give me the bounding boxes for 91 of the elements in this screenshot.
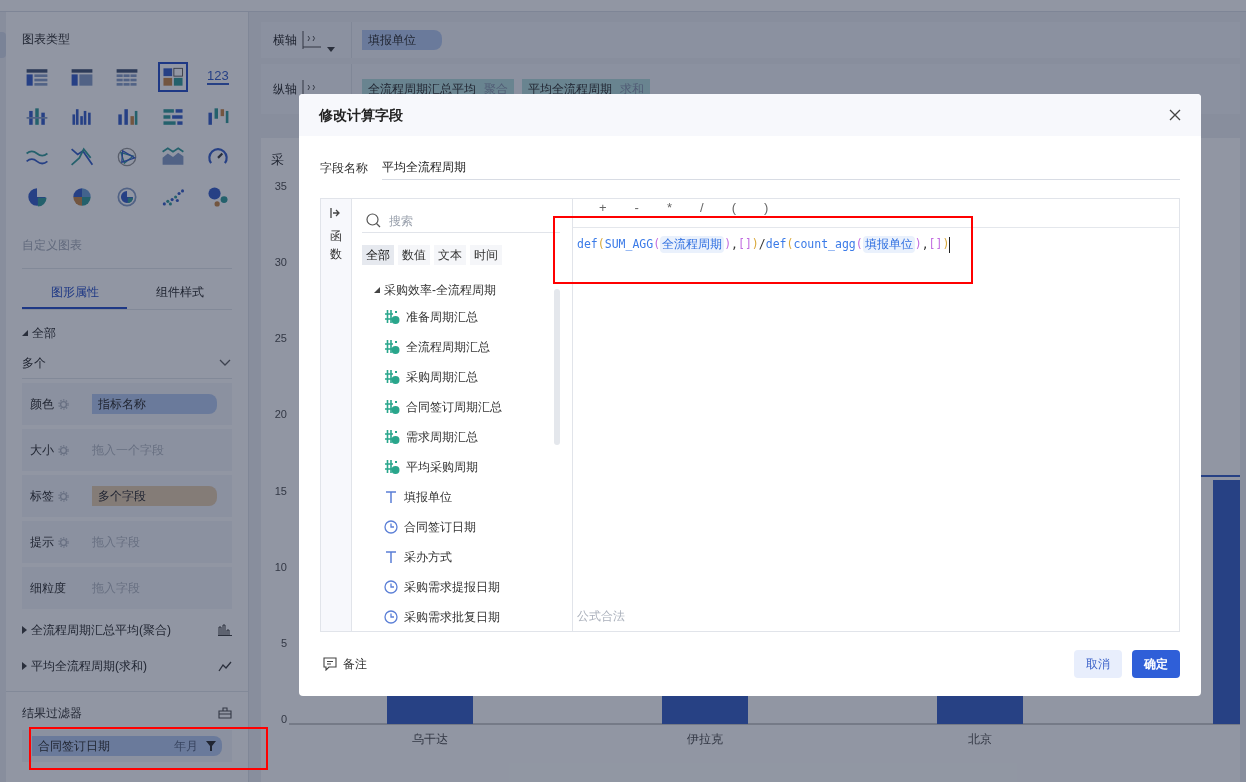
caret-icon[interactable] bbox=[374, 287, 380, 293]
toolbox-icon[interactable] bbox=[218, 707, 232, 719]
field-list-item[interactable]: 合同签订日期 bbox=[384, 517, 572, 537]
measure-label[interactable]: 平均全流程周期(求和) bbox=[31, 657, 218, 675]
section-title: 结果过滤器 bbox=[22, 705, 82, 722]
field-chip[interactable]: 多个字段 bbox=[92, 486, 217, 506]
caret-icon[interactable] bbox=[22, 330, 28, 336]
bar-chart-icon[interactable] bbox=[218, 624, 232, 636]
operator-button[interactable]: ( bbox=[729, 201, 738, 215]
field-list-item[interactable]: 采办方式 bbox=[384, 547, 572, 567]
y-axis-tick: 25 bbox=[274, 332, 287, 345]
collapse-arrow-icon[interactable] bbox=[330, 207, 342, 219]
search-field[interactable]: 搜索 bbox=[389, 211, 556, 230]
calculated-number-icon bbox=[384, 459, 400, 475]
y-axis-tick: 35 bbox=[274, 179, 287, 192]
filter-icon[interactable] bbox=[206, 741, 216, 751]
property-drop-zone[interactable]: 颜色 指标名称 bbox=[22, 383, 232, 425]
text-type-icon bbox=[384, 490, 398, 504]
operator-button[interactable]: * bbox=[664, 201, 674, 215]
property-label: 提示 bbox=[30, 534, 54, 551]
group-label: 全部 bbox=[32, 325, 56, 342]
axis-label: 纵轴 bbox=[273, 81, 298, 98]
y-axis-tick: 15 bbox=[274, 484, 287, 497]
caret-icon[interactable] bbox=[22, 662, 27, 670]
property-label: 细粒度 bbox=[30, 580, 66, 597]
field-list-item[interactable]: 合同签订周期汇总 bbox=[384, 397, 572, 417]
field-list-item[interactable]: 填报单位 bbox=[384, 487, 572, 507]
x-axis-label: 乌干达 bbox=[411, 730, 448, 748]
calculated-number-icon bbox=[384, 369, 400, 385]
caret-icon[interactable] bbox=[327, 47, 335, 52]
x-axis-label: 伊拉克 bbox=[686, 730, 723, 748]
note-button[interactable]: 备注 bbox=[323, 655, 367, 673]
confirm-button[interactable]: 确定 bbox=[1132, 650, 1180, 678]
property-drop-zone[interactable]: 标签 多个字段 bbox=[22, 475, 232, 517]
operator-button[interactable]: ) bbox=[761, 201, 771, 215]
operator-button[interactable]: / bbox=[698, 201, 706, 215]
formula-code[interactable]: def(SUM_AGG( 全流程周期 ),[])/def(count_agg( 填报单位 ),[]) bbox=[573, 228, 1179, 254]
note-icon bbox=[323, 657, 337, 671]
formula-status: 公式合法 bbox=[576, 608, 626, 625]
clock-icon bbox=[384, 520, 398, 534]
y-axis-tick: 5 bbox=[280, 637, 287, 650]
section-title: 图表类型 bbox=[22, 31, 70, 48]
field-list-item[interactable]: 全流程周期汇总 bbox=[384, 337, 572, 357]
property-label: 大小 bbox=[30, 442, 54, 459]
mark-type-select[interactable]: 多个 bbox=[22, 354, 232, 379]
cancel-button[interactable]: 取消 bbox=[1074, 650, 1122, 678]
tree-folder-label[interactable]: 采购效率-全流程周期 bbox=[384, 281, 496, 299]
type-filter-tab[interactable]: 时间 bbox=[470, 245, 502, 265]
clock-icon bbox=[384, 580, 398, 594]
chart-type-button[interactable] bbox=[157, 62, 188, 92]
calculated-number-icon bbox=[384, 339, 400, 355]
calculated-number-icon bbox=[384, 309, 400, 325]
field-list-item[interactable]: 采购周期汇总 bbox=[384, 367, 572, 387]
field-list-item[interactable]: 采购需求批复日期 bbox=[384, 607, 572, 627]
scrollbar[interactable] bbox=[554, 289, 560, 445]
property-tab[interactable]: 图形属性 bbox=[22, 277, 127, 309]
y-axis-tick: 0 bbox=[280, 713, 287, 726]
type-filter-tab[interactable]: 文本 bbox=[434, 245, 466, 265]
type-filter-tab[interactable]: 全部 bbox=[362, 245, 394, 265]
measure-label[interactable]: 全流程周期汇总平均(聚合) bbox=[31, 621, 218, 639]
x-axis-label: 北京 bbox=[967, 730, 992, 748]
y-axis-tick: 20 bbox=[274, 408, 287, 421]
property-tab[interactable]: 组件样式 bbox=[127, 277, 232, 309]
type-filter-tab[interactable]: 数值 bbox=[398, 245, 430, 265]
y-axis-tick: 30 bbox=[274, 255, 287, 268]
operator-button[interactable]: - bbox=[632, 201, 641, 215]
field-list-item[interactable]: 平均采购周期 bbox=[384, 457, 572, 477]
y-axis-tick: 10 bbox=[274, 560, 287, 573]
line-chart-icon[interactable] bbox=[218, 660, 232, 672]
dialog-title: 修改计算字段 bbox=[319, 105, 403, 125]
field-chip[interactable]: 指标名称 bbox=[92, 394, 217, 414]
axis-label: 横轴 bbox=[273, 32, 298, 49]
chart-title: 采 bbox=[271, 151, 284, 169]
search-icon[interactable] bbox=[366, 213, 381, 228]
property-label: 标签 bbox=[30, 488, 54, 505]
calculated-number-icon bbox=[384, 429, 400, 445]
text-type-icon bbox=[384, 550, 398, 564]
field-list-item[interactable]: 需求周期汇总 bbox=[384, 427, 572, 447]
clock-icon bbox=[384, 610, 398, 624]
axis-field-chip[interactable]: 填报单位 bbox=[362, 30, 442, 50]
side-tab[interactable]: 函数 bbox=[330, 227, 342, 263]
calculated-number-icon bbox=[384, 399, 400, 415]
caret-icon[interactable] bbox=[22, 626, 27, 634]
field-name-input[interactable]: 平均全流程周期 bbox=[382, 156, 1180, 180]
field-label: 字段名称 bbox=[320, 160, 369, 177]
property-label: 颜色 bbox=[30, 396, 54, 413]
operator-button[interactable]: + bbox=[597, 201, 609, 215]
field-list-item[interactable]: 采购需求提报日期 bbox=[384, 577, 572, 597]
field-list-item[interactable]: 准备周期汇总 bbox=[384, 307, 572, 327]
close-icon[interactable] bbox=[1169, 109, 1181, 121]
chart-type-button[interactable]: 123 bbox=[202, 62, 233, 92]
